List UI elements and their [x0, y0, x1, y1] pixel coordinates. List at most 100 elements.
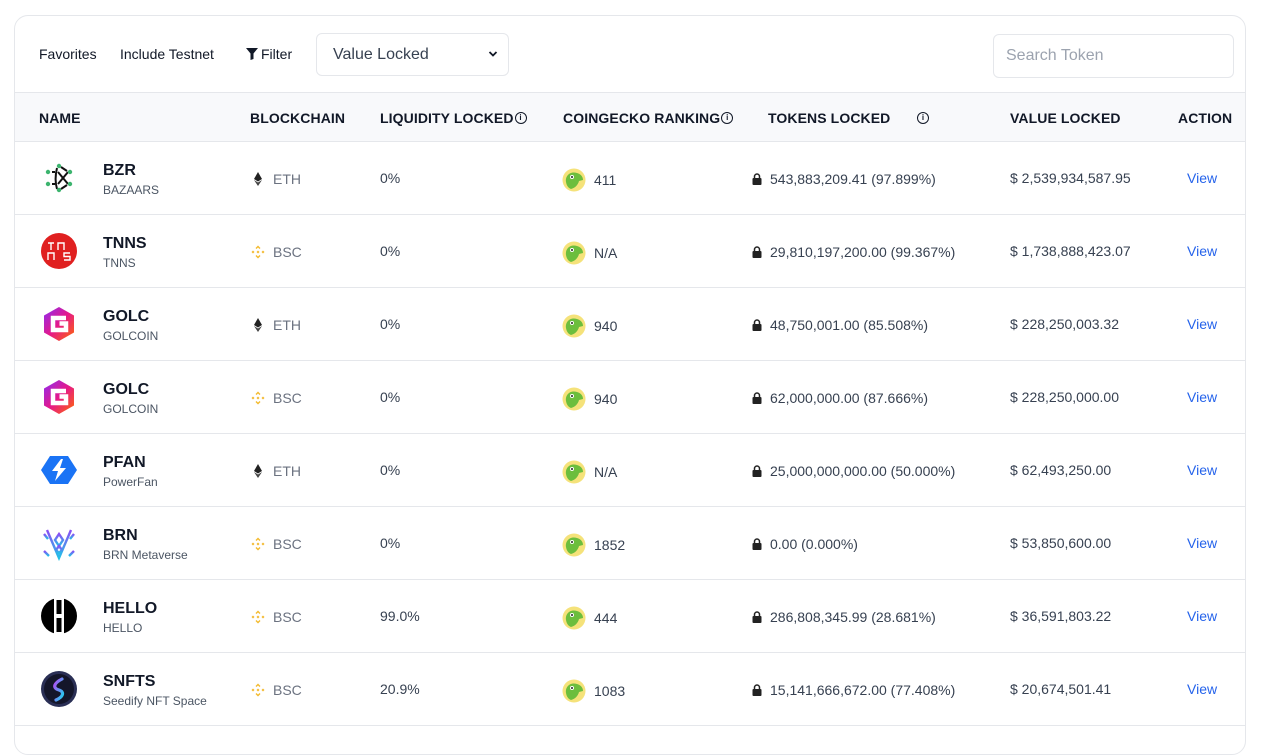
token-name: PowerFan [103, 475, 158, 489]
tokens-locked-value: 543,883,209.41 (97.899%) [770, 171, 936, 187]
table-body: BZR BAZAARS ETH 0% 411 543,883,209.41 (9… [15, 142, 1245, 726]
value-locked: $ 2,539,934,587.95 [1010, 170, 1131, 186]
token-name: GOLCOIN [103, 402, 159, 416]
token-symbol[interactable]: PFAN [103, 454, 146, 472]
ethereum-icon [254, 464, 262, 478]
token-symbol[interactable]: BRN [103, 527, 138, 545]
lock-icon [752, 684, 762, 696]
info-icon[interactable]: i [721, 112, 734, 124]
blockchain-cell: ETH [251, 171, 301, 187]
view-link[interactable]: View [1187, 170, 1217, 186]
token-symbol[interactable]: GOLC [103, 308, 149, 326]
include-testnet-toggle[interactable]: Include Testnet [120, 46, 214, 62]
col-tokens-locked[interactable]: TOKENS LOCKED [768, 110, 890, 126]
tokens-locked-value: 15,141,666,672.00 (77.408%) [770, 682, 956, 698]
tokens-locked: 543,883,209.41 (97.899%) [752, 171, 936, 187]
col-liquidity-locked[interactable]: LIQUIDITY LOCKED i [380, 110, 527, 126]
col-blockchain[interactable]: BLOCKCHAIN [250, 110, 345, 126]
table-row[interactable]: GOLC GOLCOIN BSC 0% 940 62,000,000.00 (8… [15, 361, 1245, 434]
chain-label: BSC [273, 609, 302, 625]
coingecko-rank: 444 [562, 606, 617, 630]
table-row[interactable]: TNNS TNNS BSC 0% N/A 29,810,197,200.00 (… [15, 215, 1245, 288]
tnns-logo [41, 233, 77, 269]
view-link[interactable]: View [1187, 243, 1217, 259]
coingecko-icon [562, 168, 586, 192]
powerfan-logo [41, 452, 77, 488]
favorites-toggle[interactable]: Favorites [39, 46, 97, 62]
bnb-icon [251, 683, 265, 697]
view-link[interactable]: View [1187, 608, 1217, 624]
chain-label: BSC [273, 244, 302, 260]
token-symbol[interactable]: TNNS [103, 235, 147, 253]
view-link[interactable]: View [1187, 535, 1217, 551]
token-symbol[interactable]: GOLC [103, 381, 149, 399]
coingecko-rank: 1852 [562, 533, 625, 557]
rank-value: 940 [594, 318, 618, 334]
coingecko-rank: N/A [562, 460, 617, 484]
token-symbol[interactable]: HELLO [103, 600, 157, 618]
value-locked: $ 62,493,250.00 [1010, 462, 1112, 478]
hello-logo [41, 598, 77, 634]
coingecko-rank: 411 [562, 168, 616, 192]
lock-icon [752, 173, 762, 185]
coingecko-icon [562, 679, 586, 703]
filter-button[interactable]: Filter [246, 46, 292, 62]
token-symbol[interactable]: SNFTS [103, 673, 155, 691]
col-coingecko-label: COINGECKO RANKING [563, 110, 721, 126]
token-symbol[interactable]: BZR [103, 162, 136, 180]
blockchain-cell: ETH [251, 463, 301, 479]
blockchain-cell: BSC [251, 244, 302, 260]
coingecko-icon [562, 387, 586, 411]
bnb-icon [251, 391, 265, 405]
tokens-locked: 15,141,666,672.00 (77.408%) [752, 682, 955, 698]
blockchain-cell: BSC [251, 390, 302, 406]
col-coingecko-ranking[interactable]: COINGECKO RANKING i [563, 110, 734, 126]
chain-label: BSC [273, 682, 302, 698]
sort-select[interactable]: Value Locked [316, 33, 509, 76]
token-name: HELLO [103, 621, 143, 635]
brn-logo [41, 525, 77, 562]
chain-label: ETH [273, 317, 301, 333]
view-link[interactable]: View [1187, 681, 1217, 697]
liquidity-locked: 0% [380, 462, 401, 478]
golcoin-logo [41, 306, 77, 342]
filter-icon [246, 48, 258, 60]
table-header: NAME BLOCKCHAIN LIQUIDITY LOCKED i COING… [15, 93, 1245, 142]
token-name: BRN Metaverse [103, 548, 188, 562]
rank-value: 444 [594, 610, 618, 626]
token-locks-panel: Favorites Include Testnet Filter Value L… [14, 15, 1246, 755]
golcoin-logo [41, 379, 77, 415]
table-row[interactable]: SNFTS Seedify NFT Space BSC 20.9% 1083 1… [15, 653, 1245, 726]
coingecko-icon [562, 533, 586, 557]
view-link[interactable]: View [1187, 316, 1217, 332]
coingecko-icon [562, 460, 586, 484]
coingecko-rank: 940 [562, 387, 617, 411]
table-row[interactable]: GOLC GOLCOIN ETH 0% 940 48,750,001.00 (8… [15, 288, 1245, 361]
info-icon[interactable]: i [917, 112, 929, 124]
sort-select-value: Value Locked [333, 45, 429, 63]
liquidity-locked: 0% [380, 243, 401, 259]
rank-value: 940 [594, 391, 618, 407]
blockchain-cell: ETH [251, 317, 301, 333]
tokens-locked-value: 286,808,345.99 (28.681%) [770, 609, 936, 625]
view-link[interactable]: View [1187, 389, 1217, 405]
view-link[interactable]: View [1187, 462, 1217, 478]
col-name[interactable]: NAME [39, 110, 81, 126]
info-icon[interactable]: i [514, 112, 527, 124]
bnb-icon [251, 610, 265, 624]
ethereum-icon [254, 172, 262, 186]
seedify-logo [41, 671, 77, 707]
tokens-locked-value: 25,000,000,000.00 (50.000%) [770, 463, 956, 479]
blockchain-cell: BSC [251, 682, 302, 698]
table-row[interactable]: HELLO HELLO BSC 99.0% 444 286,808,345.99… [15, 580, 1245, 653]
search-token-input[interactable] [993, 34, 1234, 78]
table-row[interactable]: BRN BRN Metaverse BSC 0% 1852 0.00 (0.00… [15, 507, 1245, 580]
liquidity-locked: 0% [380, 535, 401, 551]
table-row[interactable]: PFAN PowerFan ETH 0% N/A 25,000,000,000.… [15, 434, 1245, 507]
chevron-down-icon [488, 51, 498, 57]
liquidity-locked: 99.0% [380, 608, 420, 624]
col-value-locked[interactable]: VALUE LOCKED [1010, 110, 1121, 126]
toolbar: Favorites Include Testnet Filter Value L… [15, 16, 1245, 93]
bazaars-logo [41, 160, 77, 196]
table-row[interactable]: BZR BAZAARS ETH 0% 411 543,883,209.41 (9… [15, 142, 1245, 215]
